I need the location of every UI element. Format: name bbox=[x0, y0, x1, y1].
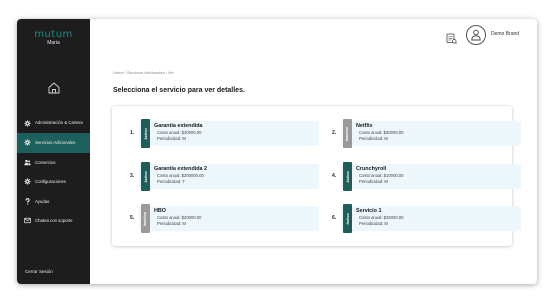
status-label: Activo bbox=[143, 127, 148, 140]
service-card-3[interactable]: 3. Activo Garantía extendida 2 Costo anu… bbox=[130, 162, 319, 191]
service-number: 6. bbox=[332, 215, 337, 221]
sidebar-item-configuraciones[interactable]: Configuraciones bbox=[17, 172, 90, 192]
gear-icon bbox=[24, 139, 31, 146]
app-logo: mutum bbox=[34, 29, 73, 40]
status-badge: Activo bbox=[141, 119, 150, 148]
sidebar-item-label: Configuraciones bbox=[35, 179, 67, 184]
breadcrumb[interactable]: Home / Servicios Adicionales / Ver bbox=[113, 70, 174, 75]
service-number: 1. bbox=[130, 130, 135, 136]
chat-icon bbox=[24, 217, 31, 224]
gear-icon bbox=[24, 178, 31, 185]
sidebar-item-label: Comercios bbox=[35, 159, 56, 165]
question-icon bbox=[24, 197, 31, 205]
brand-name[interactable]: Demo Brand bbox=[491, 31, 519, 37]
service-cost: Costo anual: $20000.00 bbox=[157, 215, 202, 220]
users-icon bbox=[24, 159, 31, 166]
service-period: Periodicidad: M bbox=[359, 179, 388, 184]
service-name: Garantía extendida 2 bbox=[154, 166, 208, 172]
status-label: Inactivo bbox=[143, 211, 148, 226]
service-number: 2. bbox=[332, 130, 337, 136]
service-name: Crunchyroll bbox=[356, 166, 387, 172]
service-cost: Costo anual: $30000.00 bbox=[157, 130, 202, 135]
status-label: Inactivo bbox=[345, 126, 350, 141]
app-window: mutum Maria Administración & Cartera Ser… bbox=[17, 19, 537, 284]
service-period: Periodicidad: M bbox=[157, 221, 186, 226]
service-name: Servicio 1 bbox=[356, 208, 382, 214]
user-name: Maria bbox=[47, 40, 60, 46]
notes-icon[interactable] bbox=[446, 31, 457, 44]
sidebar-item-label: Ayudas bbox=[35, 198, 50, 204]
status-label: Activo bbox=[143, 170, 148, 183]
user-icon bbox=[471, 29, 481, 41]
gear-icon bbox=[24, 119, 31, 127]
sidebar-item-comercios[interactable]: Comercios bbox=[17, 153, 90, 173]
sidebar-item-administracion[interactable]: Administración & Cartera bbox=[17, 113, 90, 133]
sidebar-item-chatea-con-soporte[interactable]: Chatea con soporte bbox=[17, 211, 90, 231]
sidebar-item-ayudas[interactable]: Ayudas bbox=[17, 192, 90, 212]
service-cost: Costo anual: $25000.00 bbox=[359, 215, 404, 220]
service-period: Periodicidad: M bbox=[157, 136, 186, 141]
status-badge: Activo bbox=[343, 162, 352, 191]
services-panel: 1. Activo Garantía extendida Costo anual… bbox=[112, 106, 521, 246]
sidebar-nav: Administración & Cartera Servicios Adici… bbox=[17, 113, 90, 231]
status-badge: Inactivo bbox=[141, 204, 150, 233]
sidebar: mutum Maria Administración & Cartera Ser… bbox=[17, 19, 90, 284]
service-period: Periodicidad: T bbox=[157, 179, 185, 184]
service-number: 4. bbox=[332, 173, 337, 179]
service-card-1[interactable]: 1. Activo Garantía extendida Costo anual… bbox=[130, 119, 319, 148]
sidebar-item-label: Administración & Cartera bbox=[35, 120, 83, 126]
service-name: Garantía extendida bbox=[154, 123, 203, 129]
page-title: Selecciona el servicio para ver detalles… bbox=[113, 87, 245, 94]
service-card-5[interactable]: 5. Inactivo HBO Costo anual: $20000.00 P… bbox=[130, 204, 319, 233]
avatar[interactable] bbox=[466, 25, 486, 45]
service-card-2[interactable]: 2. Inactivo Netflix Costo anual: $30000.… bbox=[332, 119, 521, 148]
service-card-6[interactable]: 6. Activo Servicio 1 Costo anual: $25000… bbox=[332, 204, 521, 233]
service-cost: Costo anual: $30000.00 bbox=[359, 130, 404, 135]
service-card-4[interactable]: 4. Activo Crunchyroll Costo anual: $1000… bbox=[332, 162, 521, 191]
logout-link[interactable]: Cerrar Sesión bbox=[25, 269, 53, 274]
status-badge: Activo bbox=[141, 162, 150, 191]
service-period: Periodicidad: M bbox=[359, 221, 388, 226]
service-cost: Costo anual: $10000.00 bbox=[359, 173, 404, 178]
sidebar-item-servicios-adicionales[interactable]: Servicios Adicionales bbox=[17, 133, 90, 153]
service-period: Periodicidad: M bbox=[359, 136, 388, 141]
status-badge: Inactivo bbox=[343, 119, 352, 148]
status-label: Activo bbox=[345, 212, 350, 225]
status-label: Activo bbox=[345, 170, 350, 183]
sidebar-item-label: Chatea con soporte bbox=[35, 218, 73, 223]
status-badge: Activo bbox=[343, 204, 352, 233]
service-number: 5. bbox=[130, 215, 135, 221]
service-name: HBO bbox=[154, 208, 166, 214]
service-cost: Costo anual: $200000.00 bbox=[157, 173, 204, 178]
service-number: 3. bbox=[130, 173, 135, 179]
sidebar-item-label: Servicios Adicionales bbox=[35, 140, 76, 145]
service-name: Netflix bbox=[356, 123, 373, 129]
home-icon[interactable] bbox=[47, 81, 61, 95]
